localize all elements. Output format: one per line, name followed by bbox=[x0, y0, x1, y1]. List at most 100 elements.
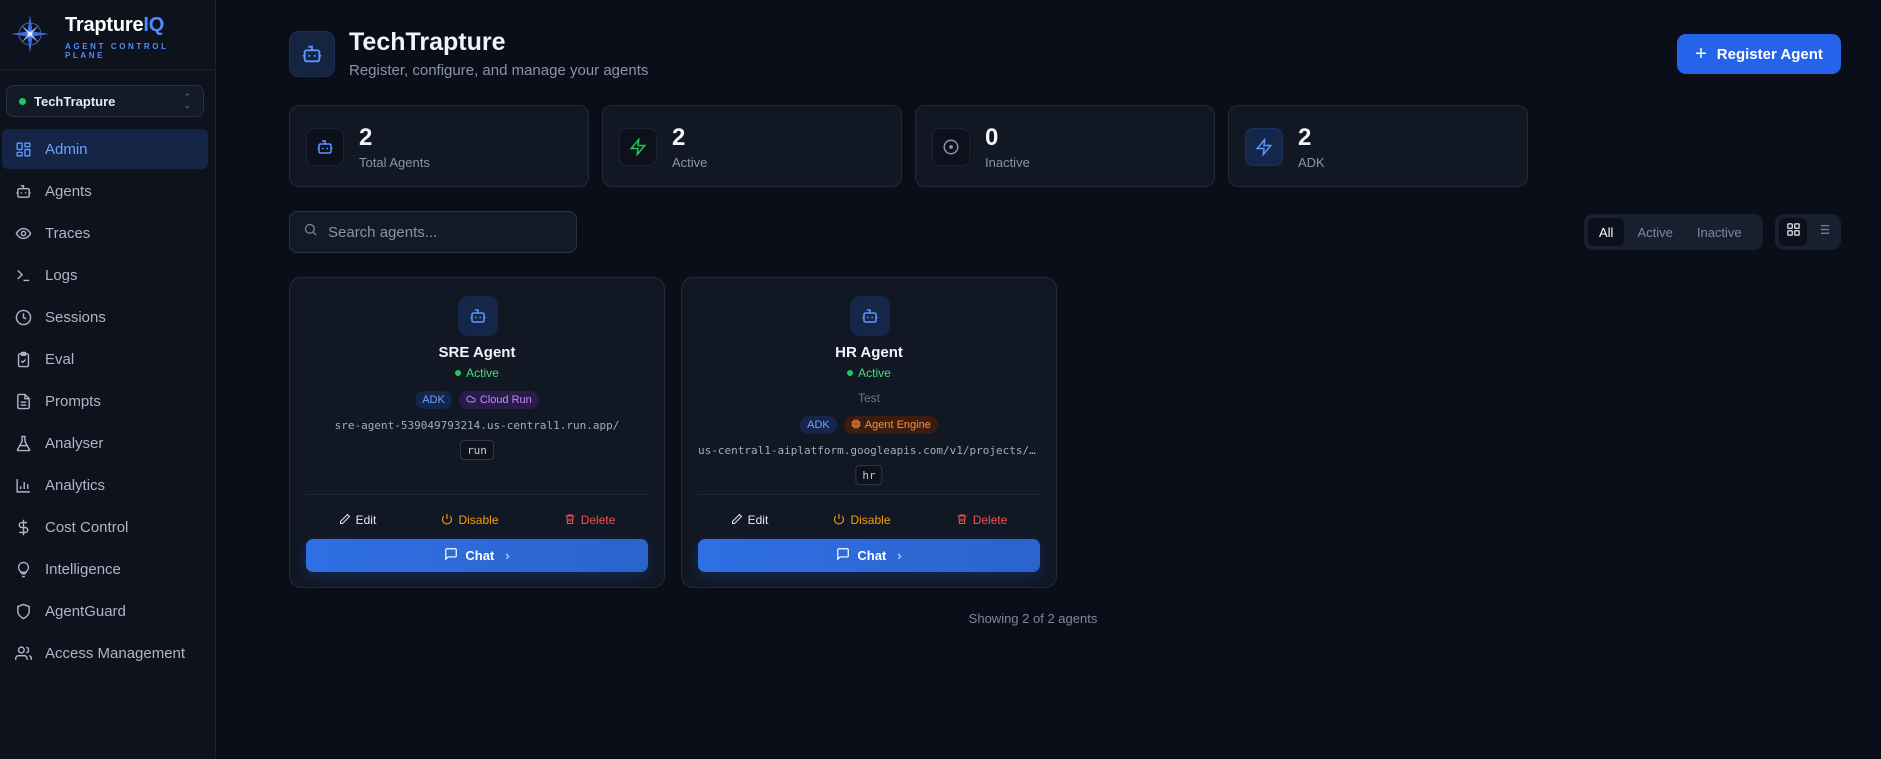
framework-badge: ADK bbox=[800, 416, 837, 434]
grid-icon bbox=[1786, 222, 1801, 242]
status-badge: Active bbox=[682, 366, 1056, 380]
disable-button[interactable]: Disable bbox=[833, 513, 891, 528]
flask-icon bbox=[14, 434, 32, 452]
bot-icon bbox=[14, 182, 32, 200]
sidebar: TraptureIQ AGENT CONTROL PLANE TechTrapt… bbox=[0, 0, 216, 759]
register-agent-label: Register Agent bbox=[1716, 45, 1823, 63]
sidebar-item-access-management[interactable]: Access Management bbox=[2, 633, 208, 673]
disable-button[interactable]: Disable bbox=[441, 513, 499, 528]
sidebar-item-label: Analyser bbox=[45, 434, 104, 452]
cloud-icon bbox=[466, 394, 476, 407]
divider bbox=[306, 494, 648, 495]
stat-value: 2 bbox=[1298, 124, 1312, 151]
sidebar-item-traces[interactable]: Traces bbox=[2, 213, 208, 253]
search-box bbox=[289, 211, 577, 253]
list-view-button[interactable] bbox=[1809, 218, 1837, 246]
brand-name: TraptureIQ bbox=[65, 14, 165, 36]
grid-view-button[interactable] bbox=[1779, 218, 1807, 246]
sidebar-item-admin[interactable]: Admin bbox=[2, 129, 208, 169]
brand[interactable]: TraptureIQ AGENT CONTROL PLANE bbox=[10, 12, 210, 60]
endpoint-url: us-central1-aiplatform.googleapis.com/v1… bbox=[698, 444, 1040, 457]
chevron-up-down-icon: ⌃ ⌄ bbox=[183, 92, 191, 110]
sidebar-item-intelligence[interactable]: Intelligence bbox=[2, 549, 208, 589]
edit-button[interactable]: Edit bbox=[731, 513, 768, 528]
sidebar-item-label: Traces bbox=[45, 224, 91, 242]
zap-icon bbox=[619, 128, 657, 166]
compass-star-icon bbox=[10, 14, 50, 54]
dashboard-icon bbox=[14, 140, 32, 158]
power-icon bbox=[833, 513, 845, 528]
framework-badge: ADK bbox=[415, 391, 452, 409]
stat-label: Inactive bbox=[985, 155, 1030, 170]
stat-value: 0 bbox=[985, 124, 999, 151]
stat-label: ADK bbox=[1298, 155, 1325, 170]
results-count: Showing 2 of 2 agents bbox=[968, 611, 1098, 626]
sidebar-item-agentguard[interactable]: AgentGuard bbox=[2, 591, 208, 631]
badge-row: ADK Agent Engine bbox=[682, 416, 1056, 434]
lightbulb-icon bbox=[14, 560, 32, 578]
stat-label: Active bbox=[672, 155, 708, 170]
card-actions: Edit Disable Delete bbox=[698, 510, 1040, 530]
power-icon bbox=[441, 513, 453, 528]
sidebar-item-label: Prompts bbox=[45, 392, 101, 410]
sidebar-item-label: AgentGuard bbox=[45, 602, 126, 620]
bar-chart-icon bbox=[14, 476, 32, 494]
stat-value: 2 bbox=[672, 124, 686, 151]
sidebar-item-label: Sessions bbox=[45, 308, 106, 326]
sidebar-item-analytics[interactable]: Analytics bbox=[2, 465, 208, 505]
sidebar-item-logs[interactable]: Logs bbox=[2, 255, 208, 295]
users-icon bbox=[14, 644, 32, 662]
bot-icon bbox=[850, 296, 890, 336]
register-agent-button[interactable]: + Register Agent bbox=[1677, 34, 1841, 74]
agent-card: SRE Agent Active ADK Cloud Run sre-agent… bbox=[289, 277, 665, 588]
chat-button[interactable]: Chat › bbox=[306, 539, 648, 572]
card-actions: Edit Disable Delete bbox=[306, 510, 648, 530]
sidebar-item-agents[interactable]: Agents bbox=[2, 171, 208, 211]
filter-tab-all[interactable]: All bbox=[1588, 218, 1625, 246]
sidebar-item-sessions[interactable]: Sessions bbox=[2, 297, 208, 337]
status-badge: Active bbox=[290, 366, 664, 380]
delete-button[interactable]: Delete bbox=[564, 513, 615, 528]
sidebar-item-label: Analytics bbox=[45, 476, 106, 494]
cpu-icon bbox=[851, 418, 861, 432]
sidebar-item-label: Access Management bbox=[45, 644, 186, 662]
chevron-right-icon: › bbox=[505, 548, 510, 563]
zap-icon bbox=[1245, 128, 1283, 166]
sidebar-item-cost-control[interactable]: Cost Control bbox=[2, 507, 208, 547]
filter-tab-active[interactable]: Active bbox=[1626, 218, 1683, 246]
circle-dot-icon bbox=[932, 128, 970, 166]
search-icon bbox=[303, 222, 318, 242]
runtime-badge: Cloud Run bbox=[458, 391, 539, 409]
brand-subtitle: AGENT CONTROL PLANE bbox=[65, 42, 169, 60]
main-content: TechTrapture Register, configure, and ma… bbox=[216, 0, 1881, 759]
sidebar-item-eval[interactable]: Eval bbox=[2, 339, 208, 379]
sidebar-nav: Admin Agents Traces Logs Sessions Eval P… bbox=[0, 129, 216, 675]
sidebar-item-label: Agents bbox=[45, 182, 92, 200]
clock-icon bbox=[14, 308, 32, 326]
sidebar-item-label: Intelligence bbox=[45, 560, 121, 578]
filter-tab-inactive[interactable]: Inactive bbox=[1686, 218, 1753, 246]
agent-name: HR Agent bbox=[835, 344, 903, 361]
terminal-icon bbox=[14, 266, 32, 284]
chat-button[interactable]: Chat › bbox=[698, 539, 1040, 572]
trash-icon bbox=[564, 513, 576, 528]
sidebar-item-prompts[interactable]: Prompts bbox=[2, 381, 208, 421]
status-dot bbox=[19, 97, 26, 105]
clipboard-check-icon bbox=[14, 350, 32, 368]
eye-icon bbox=[14, 224, 32, 242]
stat-card-adk: 2 ADK bbox=[1228, 105, 1528, 187]
badge-row: ADK Cloud Run bbox=[290, 391, 664, 409]
agent-tag: hr bbox=[855, 465, 883, 485]
dollar-icon bbox=[14, 518, 32, 536]
sidebar-item-analyser[interactable]: Analyser bbox=[2, 423, 208, 463]
stat-value: 2 bbox=[359, 124, 373, 151]
bot-icon bbox=[306, 128, 344, 166]
search-input[interactable] bbox=[328, 223, 568, 241]
stat-card-inactive: 0 Inactive bbox=[915, 105, 1215, 187]
edit-button[interactable]: Edit bbox=[339, 513, 376, 528]
pencil-icon bbox=[731, 513, 743, 528]
org-selector[interactable]: TechTrapture ⌃ ⌄ bbox=[6, 85, 204, 117]
divider bbox=[0, 69, 216, 70]
stat-card-active: 2 Active bbox=[602, 105, 902, 187]
delete-button[interactable]: Delete bbox=[956, 513, 1007, 528]
